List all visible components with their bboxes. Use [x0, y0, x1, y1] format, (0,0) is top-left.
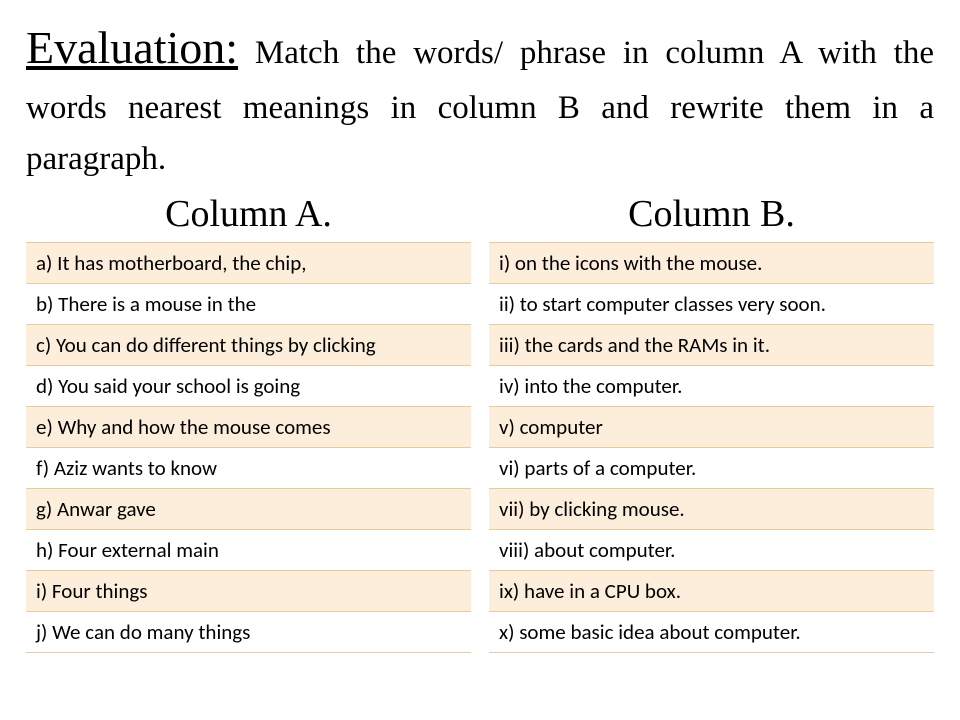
- list-item: v) computer: [489, 407, 934, 448]
- column-b-list: i) on the icons with the mouse. ii) to s…: [489, 242, 934, 653]
- list-item: g) Anwar gave: [26, 489, 471, 530]
- list-item: d) You said your school is going: [26, 366, 471, 407]
- column-a-list: a) It has motherboard, the chip, b) Ther…: [26, 242, 471, 653]
- list-item: i) on the icons with the mouse.: [489, 243, 934, 284]
- list-item: c) You can do different things by clicki…: [26, 325, 471, 366]
- list-item: iv) into the computer.: [489, 366, 934, 407]
- column-a-heading: Column A.: [26, 192, 471, 236]
- column-headings: Column A. Column B.: [26, 192, 934, 236]
- columns-container: a) It has motherboard, the chip, b) Ther…: [26, 242, 934, 653]
- evaluation-label: Evaluation:: [26, 22, 238, 73]
- list-item: x) some basic idea about computer.: [489, 612, 934, 653]
- instruction-paragraph: Evaluation: Match the words/ phrase in c…: [26, 12, 934, 186]
- list-item: iii) the cards and the RAMs in it.: [489, 325, 934, 366]
- list-item: f) Aziz wants to know: [26, 448, 471, 489]
- list-item: ix) have in a CPU box.: [489, 571, 934, 612]
- list-item: h) Four external main: [26, 530, 471, 571]
- list-item: vi) parts of a computer.: [489, 448, 934, 489]
- column-b-heading: Column B.: [489, 192, 934, 236]
- list-item: viii) about computer.: [489, 530, 934, 571]
- list-item: a) It has motherboard, the chip,: [26, 243, 471, 284]
- list-item: i) Four things: [26, 571, 471, 612]
- list-item: b) There is a mouse in the: [26, 284, 471, 325]
- list-item: j) We can do many things: [26, 612, 471, 653]
- list-item: e) Why and how the mouse comes: [26, 407, 471, 448]
- list-item: vii) by clicking mouse.: [489, 489, 934, 530]
- list-item: ii) to start computer classes very soon.: [489, 284, 934, 325]
